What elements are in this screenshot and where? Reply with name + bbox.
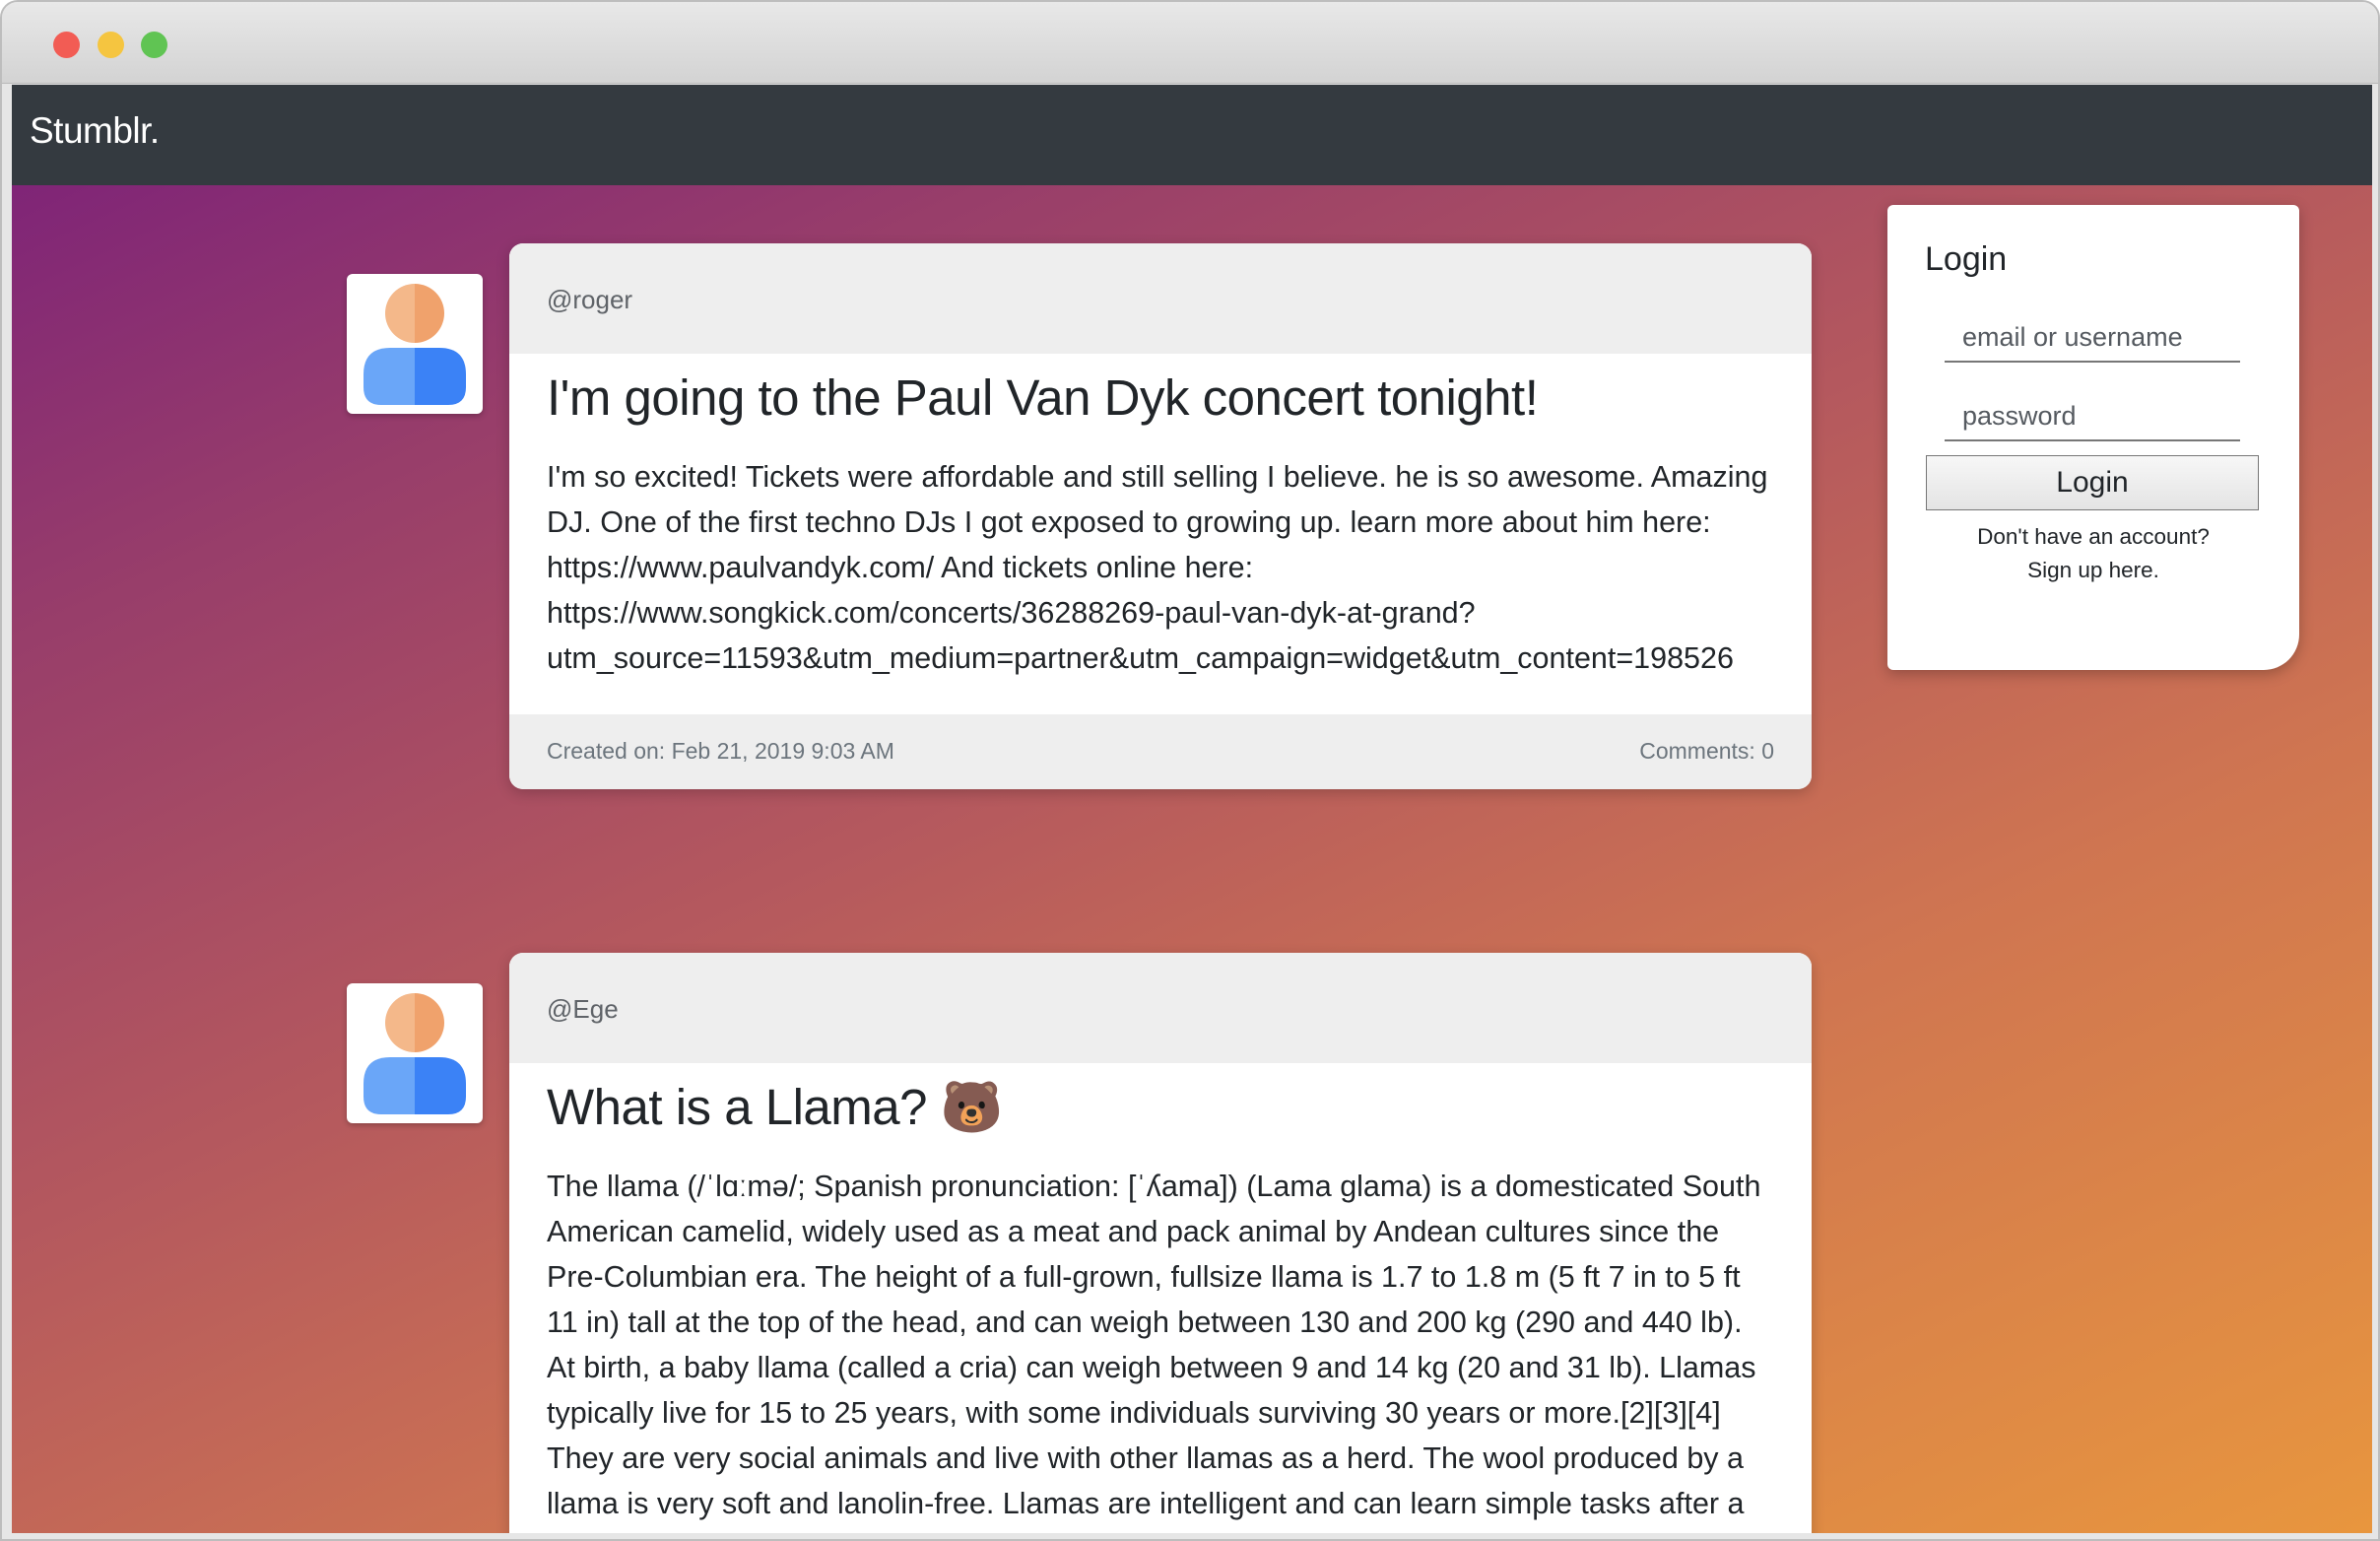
page-viewport: Stumblr. @roger I'm going to the Paul Va… (12, 85, 2372, 1533)
no-account-text: Don't have an account? (1977, 524, 2210, 549)
post-body: The llama (/ˈlɑːmə/; Spanish pronunciati… (547, 1170, 1761, 1520)
login-button[interactable]: Login (1926, 455, 2259, 510)
close-window-icon[interactable] (53, 32, 80, 58)
password-input[interactable] (1945, 392, 2240, 441)
brand-logo[interactable]: Stumblr. (30, 110, 160, 152)
post-author[interactable]: @roger (547, 285, 632, 315)
login-title: Login (1925, 240, 2008, 278)
post-comments-count[interactable]: Comments: 0 (1639, 738, 1774, 765)
post-header: @Ege (509, 953, 1812, 1063)
post-header: @roger (509, 243, 1812, 354)
browser-window: Stumblr. @roger I'm going to the Paul Va… (0, 0, 2380, 1541)
post-footer: Created on: Feb 21, 2019 9:03 AM Comment… (509, 714, 1812, 789)
post-author[interactable]: @Ege (547, 994, 619, 1025)
minimize-window-icon[interactable] (98, 32, 124, 58)
post-created-date: Created on: Feb 21, 2019 9:03 AM (547, 738, 894, 764)
post-body: I'm so excited! Tickets were affordable … (547, 460, 1768, 675)
post-card: @Ege What is a Llama? 🐻 The llama (/ˈlɑː… (509, 953, 1812, 1533)
signup-prompt: Don't have an account? Sign up here. (1887, 520, 2299, 587)
login-card: Login Login Don't have an account? Sign … (1887, 205, 2299, 670)
post-card: @roger I'm going to the Paul Van Dyk con… (509, 243, 1812, 789)
username-input[interactable] (1945, 313, 2240, 363)
signup-link[interactable]: Sign up here. (1887, 554, 2299, 587)
user-avatar-icon[interactable] (347, 274, 483, 414)
post-title[interactable]: What is a Llama? 🐻 (509, 1063, 1812, 1140)
window-titlebar (2, 2, 2378, 84)
post-title[interactable]: I'm going to the Paul Van Dyk concert to… (509, 354, 1812, 431)
zoom-window-icon[interactable] (141, 32, 167, 58)
user-avatar-icon[interactable] (347, 983, 483, 1123)
navbar: Stumblr. (12, 85, 2372, 185)
